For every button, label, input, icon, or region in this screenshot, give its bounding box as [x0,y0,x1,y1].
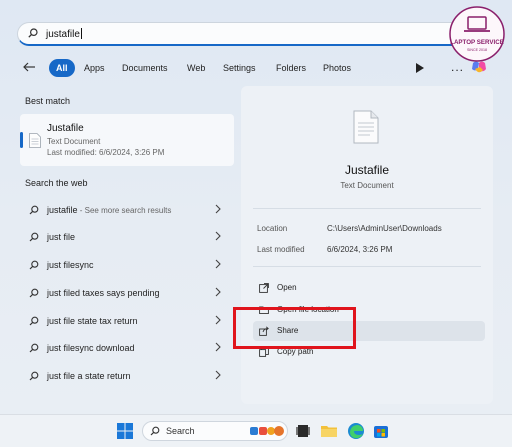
web-result-label: just file state tax return [47,316,138,326]
best-match-type: Text Document [47,137,101,146]
web-result-label: justafile [47,205,78,215]
edge-browser-icon[interactable] [347,422,365,440]
task-view-icon[interactable] [294,422,312,440]
best-match-item[interactable]: Justafile Text Document Last modified: 6… [20,114,234,166]
web-result-label: just filesync [47,260,94,270]
microsoft-store-icon[interactable] [372,422,390,440]
best-match-modified: Last modified: 6/6/2024, 3:26 PM [47,148,165,157]
search-icon [29,343,39,353]
web-result[interactable]: just filed taxes says pending [20,282,234,306]
search-icon [29,316,39,326]
play-icon[interactable] [416,63,424,73]
filter-documents[interactable]: Documents [115,59,175,77]
best-match-heading: Best match [25,96,71,106]
search-icon [28,28,38,38]
modified-label: Last modified [257,245,305,254]
open-action[interactable]: Open [253,278,485,298]
divider [253,266,481,267]
web-result-label: just filed taxes says pending [47,288,160,298]
back-arrow-icon[interactable] [22,60,36,74]
search-icon [29,232,39,242]
web-result[interactable]: just file state tax return [20,310,234,334]
web-result[interactable]: just filesync [20,254,234,278]
web-result-label: just file [47,232,76,242]
chevron-right-icon [215,315,221,325]
search-input[interactable]: justafile [46,28,82,40]
selection-indicator [20,132,23,148]
web-result[interactable]: just file [20,226,234,250]
filter-folders[interactable]: Folders [269,59,313,77]
web-result-sub: - See more search results [77,206,172,215]
search-icon [29,260,39,270]
filter-settings[interactable]: Settings [216,59,263,77]
laptop-service-logo: LAPTOP SERVICE SINCE 2018 [449,6,505,62]
logo-text: LAPTOP SERVICE [450,39,504,46]
best-match-title: Justafile [47,123,84,134]
preview-type: Text Document [340,181,394,190]
filter-apps[interactable]: Apps [77,59,112,77]
web-result[interactable]: justafile - See more search results [20,199,234,223]
search-icon [29,205,39,215]
web-result-label: just file a state return [47,371,131,381]
chevron-right-icon [215,231,221,241]
web-result-label: just filesync download [47,343,135,353]
divider [253,208,481,209]
filter-photos[interactable]: Photos [316,59,358,77]
taskbar-search-label: Search [166,426,195,436]
text-document-icon [29,133,41,148]
file-explorer-icon[interactable] [320,422,338,440]
open-icon [259,283,269,293]
search-box[interactable]: justafile [17,22,487,46]
taskbar: Search [0,414,512,447]
modified-value: 6/6/2024, 3:26 PM [327,245,393,254]
chevron-right-icon [215,342,221,352]
windows-start-icon[interactable] [116,422,134,440]
highlight-box [233,307,356,349]
web-result[interactable]: just filesync download [20,337,234,361]
preview-title: Justafile [344,163,390,177]
filter-all[interactable]: All [49,59,75,77]
open-label: Open [277,283,297,292]
search-web-heading: Search the web [25,178,88,188]
search-icon [29,288,39,298]
location-value: C:\Users\AdminUser\Downloads [327,224,442,233]
chevron-right-icon [215,287,221,297]
chevron-right-icon [215,204,221,214]
search-highlight-icon [250,426,284,436]
search-icon [29,371,39,381]
preview-pane: Justafile Text Document Location C:\User… [241,86,493,404]
location-label: Location [257,224,288,233]
taskbar-search[interactable]: Search [142,421,288,441]
filter-web[interactable]: Web [180,59,212,77]
web-result[interactable]: just file a state return [20,365,234,389]
search-icon [150,426,160,436]
logo-subtext: SINCE 2018 [467,48,487,52]
chevron-right-icon [215,370,221,380]
chevron-right-icon [215,259,221,269]
text-document-icon [353,110,379,144]
